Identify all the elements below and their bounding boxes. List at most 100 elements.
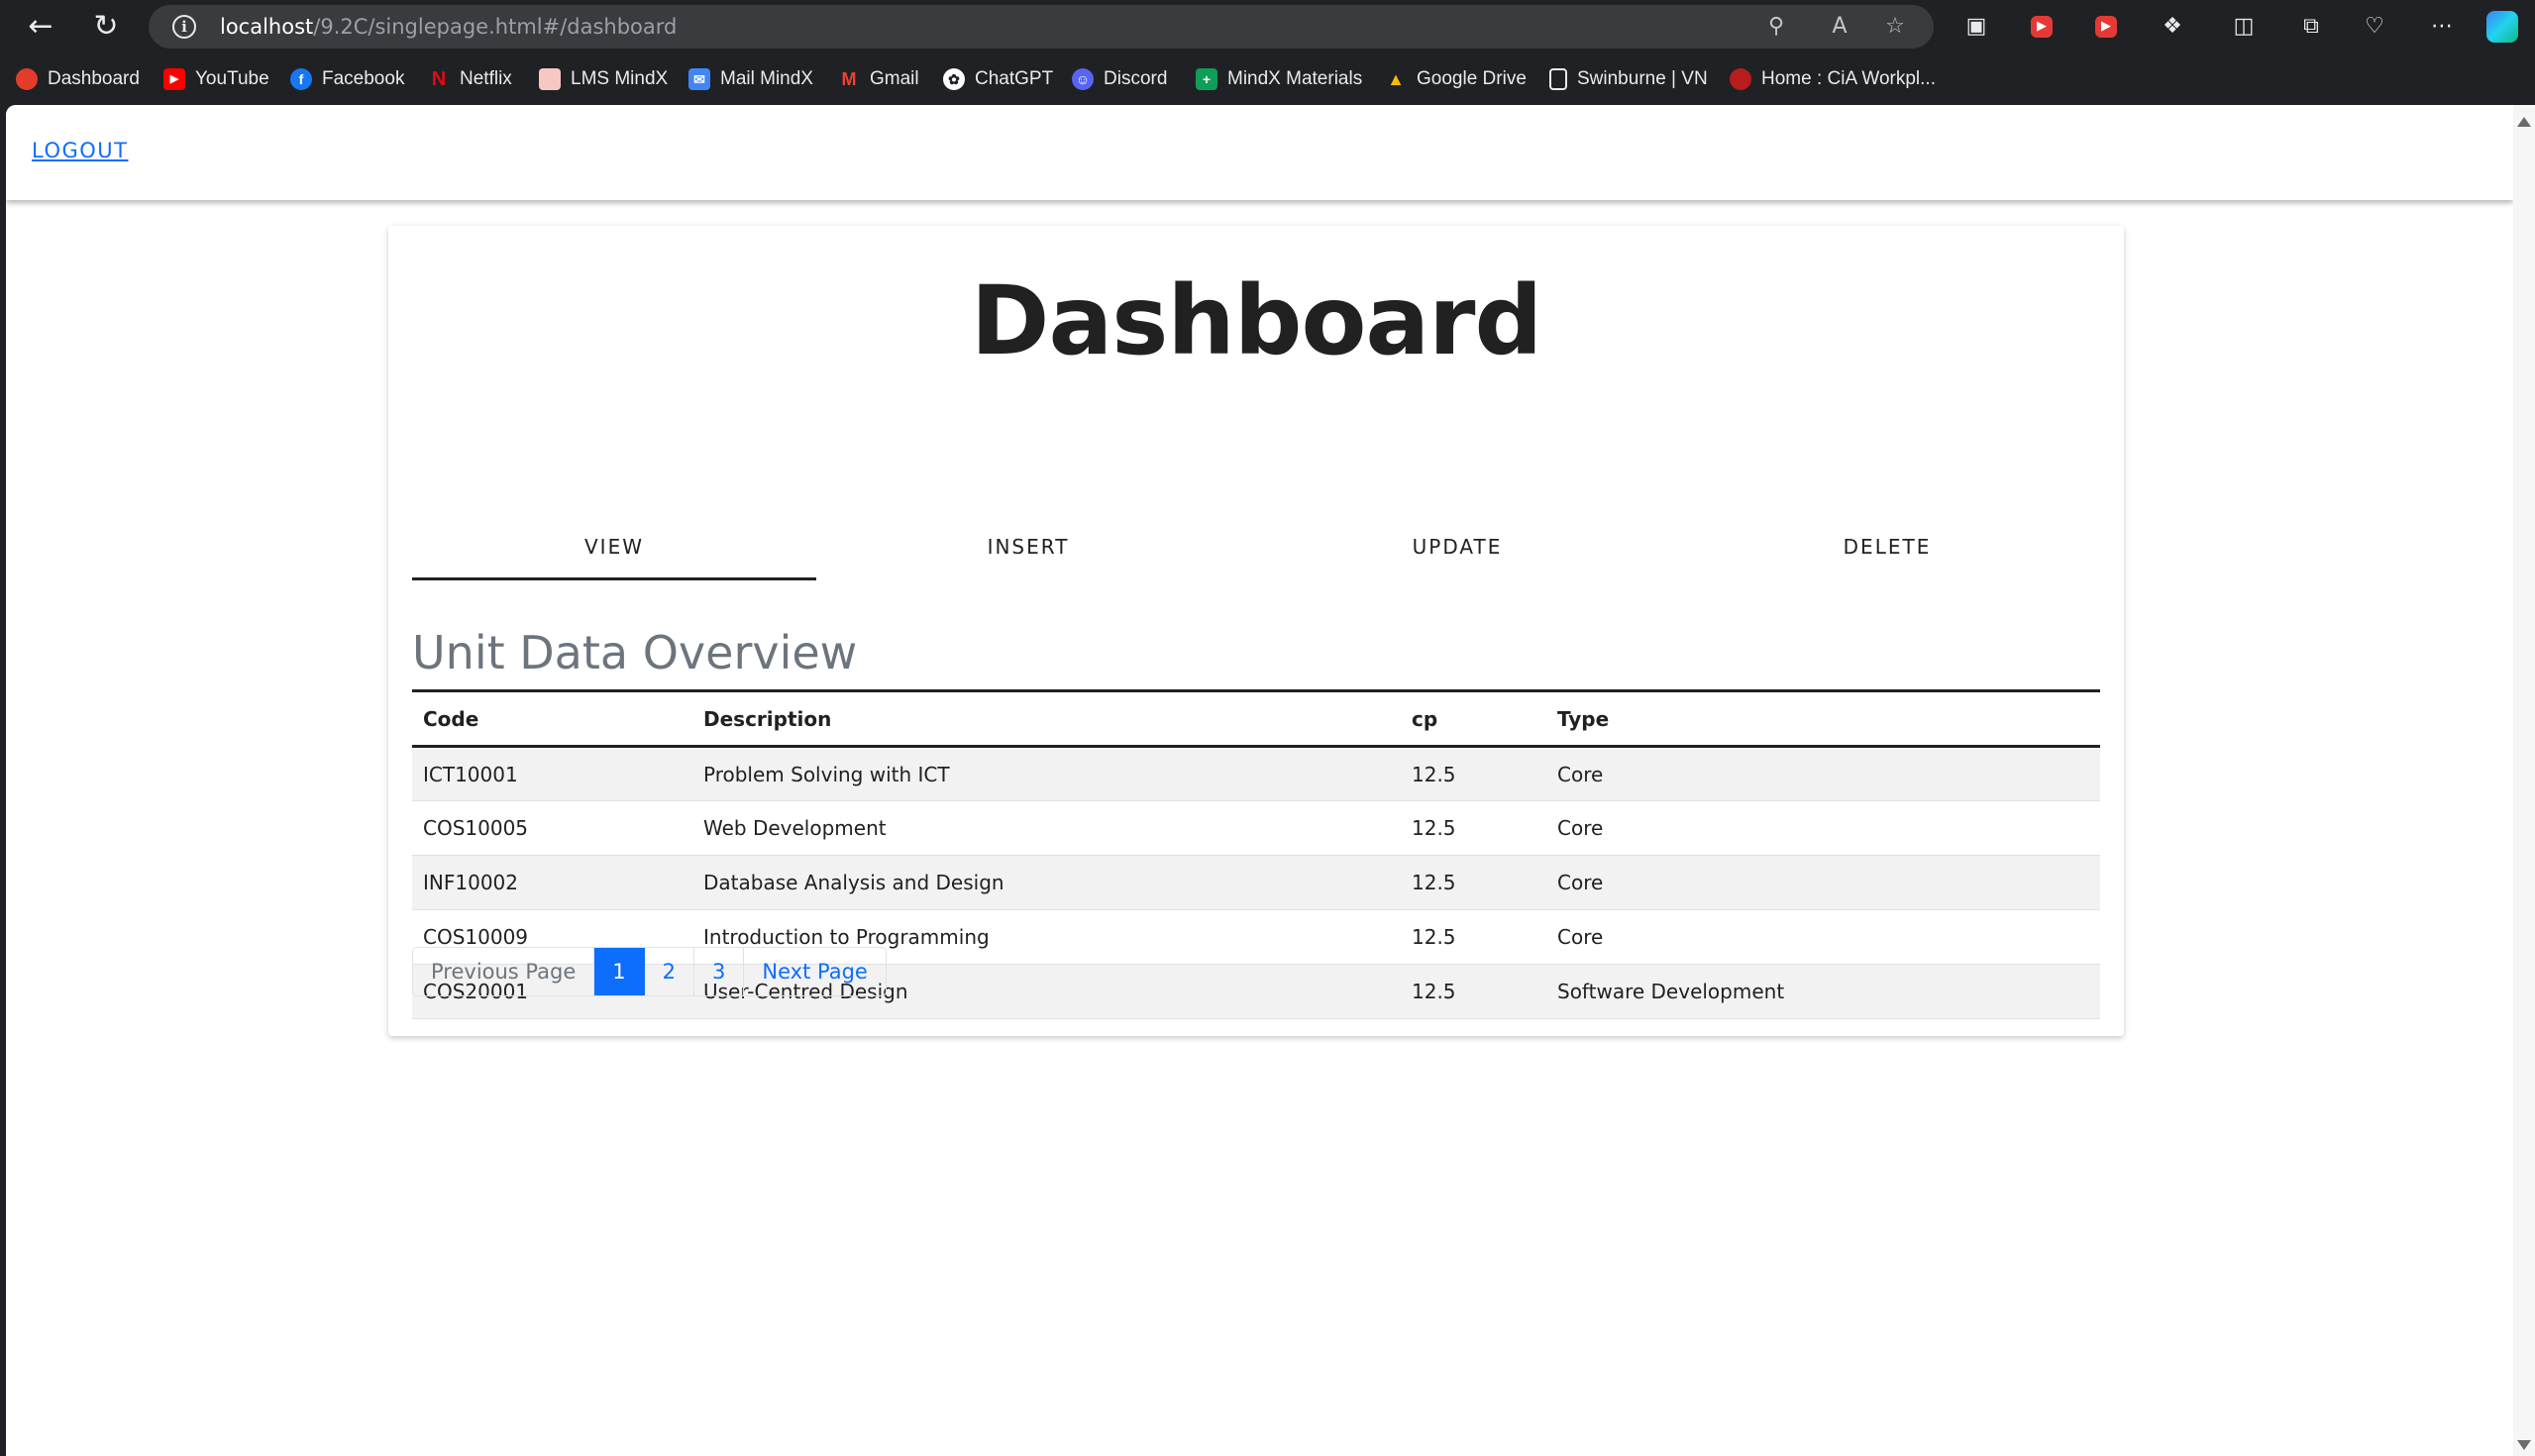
cell-type: Core bbox=[1546, 855, 2100, 910]
cell-description: Database Analysis and Design bbox=[692, 855, 1401, 910]
page-2-button[interactable]: 2 bbox=[645, 948, 695, 995]
scroll-down-arrow-icon[interactable] bbox=[2517, 1440, 2531, 1450]
next-page-button[interactable]: Next Page bbox=[744, 948, 885, 995]
read-aloud-icon[interactable]: A bbox=[1825, 12, 1854, 42]
header-type: Type bbox=[1557, 706, 1610, 731]
bookmark-label: ChatGPT bbox=[975, 68, 1054, 89]
cell-code: COS10005 bbox=[412, 800, 692, 856]
table-row: ICT10001 Problem Solving with ICT 12.5 C… bbox=[412, 746, 2100, 801]
bookmark-label: Discord bbox=[1104, 68, 1168, 89]
bookmark-youtube[interactable]: ▶ YouTube bbox=[163, 65, 269, 93]
cell-cp: 12.5 bbox=[1401, 964, 1546, 1019]
app-header: LOGOUT bbox=[6, 105, 2513, 200]
previous-page-button[interactable]: Previous Page bbox=[413, 948, 595, 995]
bookmark-label: YouTube bbox=[195, 68, 269, 89]
canvas-icon bbox=[16, 68, 38, 90]
scroll-up-arrow-icon[interactable] bbox=[2517, 117, 2531, 127]
cell-cp: 12.5 bbox=[1401, 909, 1546, 965]
tab-bar: VIEW INSERT UPDATE DELETE bbox=[412, 529, 2100, 580]
reload-icon[interactable]: ↻ bbox=[87, 8, 125, 46]
pagination: Previous Page 1 2 3 Next Page bbox=[412, 947, 887, 996]
youtube-icon: ▶ bbox=[163, 68, 185, 90]
bookmark-facebook[interactable]: f Facebook bbox=[290, 65, 404, 93]
extensions-puzzle-icon[interactable]: ❖ bbox=[2156, 10, 2189, 44]
chatgpt-icon: ✿ bbox=[943, 68, 965, 90]
bookmark-lms-mindx[interactable]: LMS MindX bbox=[539, 65, 668, 93]
collections-icon[interactable]: ⧉ bbox=[2294, 10, 2328, 44]
url-host: localhost bbox=[220, 15, 314, 39]
cell-cp: 12.5 bbox=[1401, 746, 1546, 801]
dashboard-card: Dashboard VIEW INSERT UPDATE DELETE Unit… bbox=[388, 226, 2124, 1036]
vertical-scrollbar[interactable] bbox=[2513, 105, 2535, 1456]
page-1-button[interactable]: 1 bbox=[594, 948, 645, 995]
table-header: Code Description cp Type bbox=[412, 690, 2100, 747]
bookmark-mindx-materials[interactable]: + MindX Materials bbox=[1196, 65, 1362, 93]
bookmark-label: Gmail bbox=[870, 68, 919, 89]
header-code: Code bbox=[423, 706, 479, 731]
lms-icon bbox=[539, 68, 561, 90]
cell-type: Core bbox=[1546, 909, 2100, 965]
bookmark-label: LMS MindX bbox=[571, 68, 669, 89]
gmail-icon: M bbox=[841, 69, 857, 89]
discord-icon: ☺ bbox=[1072, 68, 1094, 90]
cell-code: ICT10001 bbox=[412, 746, 692, 801]
tab-delete[interactable]: DELETE bbox=[1674, 529, 2100, 580]
bookmark-gmail[interactable]: M Gmail bbox=[838, 65, 919, 93]
tab-icon[interactable]: ▣ bbox=[1959, 10, 1993, 44]
bookmark-mail-mindx[interactable]: ✉ Mail MindX bbox=[688, 65, 813, 93]
tab-insert[interactable]: INSERT bbox=[816, 529, 1240, 580]
table-header-row: Code Description cp Type bbox=[412, 690, 2100, 747]
more-menu-icon[interactable]: ⋯ bbox=[2425, 10, 2459, 44]
url-text[interactable]: localhost/9.2C/singlepage.html#/dashboar… bbox=[220, 15, 677, 39]
bookmark-google-drive[interactable]: ▲ Google Drive bbox=[1385, 65, 1527, 93]
bookmark-label: Swinburne | VN bbox=[1577, 68, 1708, 89]
bookmark-discord[interactable]: ☺ Discord bbox=[1072, 65, 1167, 93]
sheets-icon: + bbox=[1196, 68, 1217, 90]
bookmark-label: Facebook bbox=[322, 68, 405, 89]
cell-type: Software Development bbox=[1546, 964, 2100, 1019]
bookmark-chatgpt[interactable]: ✿ ChatGPT bbox=[943, 65, 1053, 93]
copilot-icon[interactable] bbox=[2486, 11, 2518, 43]
cell-cp: 12.5 bbox=[1401, 855, 1546, 910]
section-title: Unit Data Overview bbox=[412, 626, 858, 679]
table-row: COS10005 Web Development 12.5 Core bbox=[412, 800, 2100, 856]
page-viewport: LOGOUT Dashboard VIEW INSERT UPDATE DELE… bbox=[6, 105, 2535, 1456]
header-description: Description bbox=[703, 706, 832, 731]
table-row: INF10002 Database Analysis and Design 12… bbox=[412, 855, 2100, 910]
page-icon bbox=[1549, 68, 1567, 90]
cell-cp: 12.5 bbox=[1401, 800, 1546, 856]
logout-link[interactable]: LOGOUT bbox=[32, 139, 128, 162]
split-screen-icon[interactable]: ◫ bbox=[2227, 10, 2261, 44]
site-info-icon[interactable]: i bbox=[172, 15, 196, 39]
bookmarks-bar: Dashboard ▶ YouTube f Facebook N Netflix LM… bbox=[0, 53, 2535, 103]
back-arrow-icon[interactable]: ← bbox=[22, 8, 59, 46]
drive-icon: ▲ bbox=[1387, 69, 1405, 89]
netflix-icon: N bbox=[431, 68, 447, 90]
mail-icon: ✉ bbox=[688, 68, 710, 90]
extension-red-icon[interactable]: ▶ bbox=[2031, 16, 2053, 38]
bookmark-label: MindX Materials bbox=[1227, 68, 1363, 89]
address-bar[interactable]: i localhost/9.2C/singlepage.html#/dashbo… bbox=[149, 5, 1934, 49]
bookmark-swinburne[interactable]: Swinburne | VN bbox=[1549, 65, 1708, 93]
bookmark-dashboard[interactable]: Dashboard bbox=[16, 65, 140, 93]
cell-type: Core bbox=[1546, 800, 2100, 856]
favorite-star-icon[interactable]: ☆ bbox=[1880, 12, 1910, 42]
health-icon[interactable]: ♡ bbox=[2358, 10, 2391, 44]
cell-code: INF10002 bbox=[412, 855, 692, 910]
facebook-icon: f bbox=[290, 68, 312, 90]
bookmark-netflix[interactable]: N Netflix bbox=[428, 65, 512, 93]
key-icon[interactable]: ⚲ bbox=[1761, 12, 1791, 42]
page-3-button[interactable]: 3 bbox=[694, 948, 745, 995]
bookmark-label: Dashboard bbox=[48, 68, 140, 89]
cell-description: Problem Solving with ICT bbox=[692, 746, 1401, 801]
tab-view[interactable]: VIEW bbox=[412, 529, 816, 580]
cia-icon bbox=[1730, 68, 1751, 90]
bookmark-label: Mail MindX bbox=[720, 68, 813, 89]
url-path: /9.2C/singlepage.html#/dashboard bbox=[313, 15, 678, 39]
bookmark-label: Netflix bbox=[460, 68, 512, 89]
page-title: Dashboard bbox=[970, 265, 1542, 376]
bookmark-cia-workplace[interactable]: Home : CiA Workpl... bbox=[1730, 65, 1936, 93]
extension-youtube-icon[interactable]: ▶ bbox=[2095, 16, 2117, 38]
tab-update[interactable]: UPDATE bbox=[1240, 529, 1674, 580]
cell-description: Web Development bbox=[692, 800, 1401, 856]
